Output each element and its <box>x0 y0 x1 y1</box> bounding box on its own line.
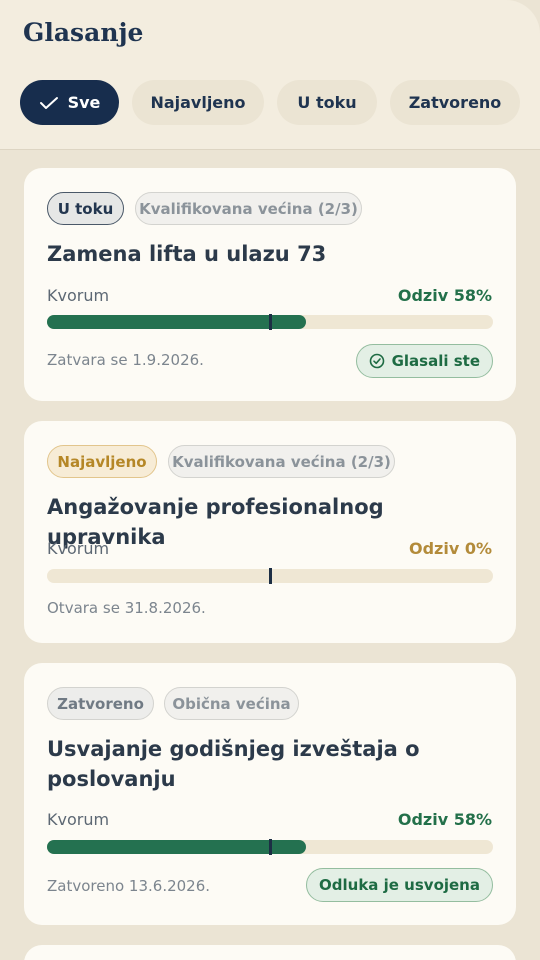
vote-card[interactable]: Zatvoreno Obična većina Usvajanje godišn… <box>24 663 516 925</box>
turnout-progress-bar <box>47 568 493 584</box>
tab-label: Zatvoreno <box>408 93 502 112</box>
vote-date: Zatvoreno 13.6.2026. <box>47 877 211 895</box>
status-badge: U toku <box>47 192 124 225</box>
vote-date: Otvara se 31.8.2026. <box>47 599 206 617</box>
turnout-value: Odziv 0% <box>408 539 492 558</box>
majority-badge: Kvalifikovana većina (2/3) <box>168 445 395 478</box>
quorum-label: Kvorum <box>47 539 110 558</box>
decision-badge: Odluka je usvojena <box>306 868 493 902</box>
status-badge: Zatvoreno <box>47 687 154 720</box>
tab-scheduled[interactable]: Najavljeno <box>132 80 264 125</box>
vote-card[interactable]: U toku Kvalifikovana većina (2/3) Zamena… <box>24 168 516 401</box>
tab-label: Sve <box>67 93 101 112</box>
turnout-value: Odziv 58% <box>397 286 492 305</box>
quorum-label: Kvorum <box>47 286 110 305</box>
turnout-value: Odziv 58% <box>397 810 492 829</box>
header: Glasanje Sve Najavljeno U toku Zatvoreno <box>0 0 540 150</box>
page-title: Glasanje <box>23 18 144 47</box>
quorum-marker <box>268 839 272 855</box>
vote-date: Zatvara se 1.9.2026. <box>47 351 204 369</box>
status-badge: Najavljeno <box>47 445 157 478</box>
majority-badge: Kvalifikovana većina (2/3) <box>135 192 362 225</box>
quorum-label: Kvorum <box>47 810 110 829</box>
tab-label: U toku <box>297 93 357 112</box>
check-icon <box>39 96 58 109</box>
tab-all[interactable]: Sve <box>20 80 119 125</box>
majority-badge: Obična većina <box>164 687 299 720</box>
vote-card[interactable]: Najavljeno Kvalifikovana većina (2/3) An… <box>24 421 516 643</box>
turnout-progress-fill <box>47 315 306 329</box>
turnout-progress-fill <box>47 840 306 854</box>
quorum-marker <box>268 568 272 584</box>
quorum-marker <box>268 314 272 330</box>
check-circle-icon <box>369 353 384 369</box>
badge-label: Glasali ste <box>391 352 480 370</box>
vote-title: Usvajanje godišnjeg izveštaja o poslovan… <box>47 737 420 791</box>
turnout-progress-bar <box>47 314 493 330</box>
tab-label: Najavljeno <box>150 93 246 112</box>
vote-card[interactable] <box>24 945 516 960</box>
voted-badge: Glasali ste <box>355 344 493 378</box>
tab-closed[interactable]: Zatvoreno <box>390 80 520 125</box>
badge-label: Odluka je usvojena <box>319 876 480 894</box>
tab-in-progress[interactable]: U toku <box>277 80 377 125</box>
vote-title: Zamena lifta u ulazu 73 <box>47 242 327 266</box>
turnout-progress-bar <box>47 839 493 855</box>
